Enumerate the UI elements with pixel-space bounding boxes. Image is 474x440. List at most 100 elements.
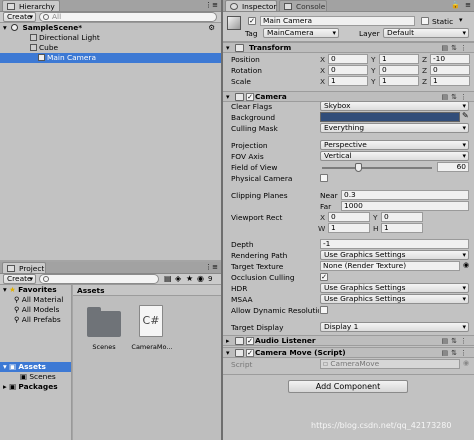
msaa-label: MSAA [231,295,253,304]
background-color-swatch[interactable] [320,112,460,122]
hierarchy-search-input[interactable]: All [39,12,217,22]
axis-z-label: Z [422,55,428,64]
scene-row[interactable]: ▾ SampleScene* ⚙ [0,23,221,33]
dynamic-resolution-checkbox[interactable] [320,306,328,314]
foldout-arrow-icon[interactable]: ▾ [3,285,7,294]
transform-x-field[interactable]: 0 [328,65,368,75]
packages-folder[interactable]: ▸ ▣ Packages [0,382,71,392]
transform-z-field[interactable]: -10 [430,54,470,64]
fov-axis-dropdown[interactable]: Vertical [320,151,469,161]
lock-icon[interactable]: 🔒 [451,1,460,9]
tab-console[interactable]: Console [279,0,327,11]
target-texture-field[interactable]: None (Render Texture) [320,261,460,271]
vp-h-field[interactable]: 1 [381,223,423,233]
depth-field[interactable]: -1 [320,239,469,249]
foldout-arrow-icon[interactable]: ▾ [226,349,230,357]
panel-menu-icon[interactable]: ≡ [465,1,471,9]
hdr-dropdown[interactable]: Use Graphics Settings [320,283,469,293]
star-icon: ★ [9,285,16,294]
foldout-arrow-icon[interactable]: ▸ [3,382,7,391]
transform-y-field[interactable]: 0 [379,65,419,75]
hierarchy-item-directional-light[interactable]: Directional Light [0,33,221,43]
component-menu-icon[interactable]: ▤⇅⋮ [442,44,470,52]
asset-label: Scenes [92,343,116,351]
project-create-button[interactable]: Create [3,274,36,284]
object-picker-icon[interactable]: ◉ [463,261,469,269]
hidden-packages-icon[interactable]: ◉ [197,274,204,283]
transform-x-field[interactable]: 0 [328,54,368,64]
transform-z-field[interactable]: 1 [430,76,470,86]
far-field[interactable]: 1000 [341,201,469,211]
foldout-arrow-icon[interactable]: ▾ [226,93,230,101]
fov-slider-track[interactable] [322,167,432,169]
fov-slider-thumb[interactable] [355,163,363,172]
fov-value-field[interactable]: 60 [437,162,469,172]
static-checkbox[interactable] [421,17,429,25]
favorite-item[interactable]: ⚲ All Material [0,295,71,305]
asset-item-scenes[interactable]: Scenes [83,305,125,355]
audio-listener-header[interactable]: ▸ ✓ Audio Listener ▤⇅⋮ [223,335,474,346]
component-menu-icon[interactable]: ▤⇅⋮ [442,349,470,357]
favorite-item[interactable]: ⚲ All Prefabs [0,315,71,325]
hierarchy-create-button[interactable]: Create [3,12,36,22]
asset-item-camera-move[interactable]: C# CameraMo... [129,303,175,355]
vp-x-field[interactable]: 0 [328,212,370,222]
panel-menu-icon[interactable]: ⋮≡ [205,263,218,271]
assets-folder[interactable]: ▾ ▣ Assets [0,362,71,372]
component-menu-icon[interactable]: ▤⇅⋮ [442,337,470,345]
unity-scene-icon [11,24,19,31]
folder-icon: ▣ [9,362,17,371]
script-field: ▫ CameraMove [320,359,460,369]
hierarchy-item-cube[interactable]: Cube [0,43,221,53]
camera-move-header[interactable]: ▾ ✓ Camera Move (Script) ▤⇅⋮ [223,347,474,358]
camera-enabled-checkbox[interactable]: ✓ [246,93,254,101]
audio-listener-icon [235,337,244,345]
search-by-label-icon[interactable]: ◈ [175,274,181,283]
tab-inspector[interactable]: Inspector [225,0,277,11]
scenes-folder[interactable]: ▣ Scenes [0,372,71,382]
audio-listener-enabled-checkbox[interactable]: ✓ [246,337,254,345]
foldout-arrow-icon[interactable]: ▾ [226,44,230,52]
rendering-path-label: Rendering Path [231,251,288,260]
vp-y-field[interactable]: 0 [381,212,423,222]
foldout-arrow-icon[interactable]: ▸ [226,337,230,345]
foldout-arrow-icon[interactable]: ▾ [3,23,7,32]
vp-w-field[interactable]: 1 [328,223,370,233]
transform-y-field[interactable]: 1 [379,76,419,86]
foldout-arrow-icon[interactable]: ▾ [3,362,7,371]
culling-mask-dropdown[interactable]: Everything [320,123,469,133]
favorite-item[interactable]: ⚲ All Models [0,305,71,315]
tab-hierarchy[interactable]: Hierarchy [2,0,60,11]
physical-camera-checkbox[interactable] [320,174,328,182]
search-by-type-icon[interactable]: ▤ [164,274,172,283]
active-checkbox[interactable]: ✓ [248,17,256,25]
camera-move-enabled-checkbox[interactable]: ✓ [246,349,254,357]
occlusion-culling-checkbox[interactable]: ✓ [320,273,328,281]
transform-z-field[interactable]: 0 [430,65,470,75]
target-display-dropdown[interactable]: Display 1 [320,322,469,332]
panel-menu-icon[interactable]: ⋮≡ [205,1,218,9]
hierarchy-item-main-camera[interactable]: Main Camera [0,53,221,63]
static-dropdown-arrow-icon[interactable]: ▾ [459,16,463,24]
transform-row-label: Scale [231,77,251,86]
object-name-input[interactable]: Main Camera [260,16,415,26]
rendering-path-dropdown[interactable]: Use Graphics Settings [320,250,469,260]
eyedropper-icon[interactable]: ✎ [462,111,469,120]
tab-project[interactable]: Project [2,262,46,273]
tag-dropdown[interactable]: MainCamera [263,28,339,38]
static-label: Static [432,17,454,26]
transform-header[interactable]: ▾ Transform ▤⇅⋮ [223,42,474,53]
favorite-star-icon[interactable]: ★ [186,274,193,283]
add-component-button[interactable]: Add Component [288,380,408,393]
component-menu-icon[interactable]: ▤⇅⋮ [442,93,470,101]
clear-flags-dropdown[interactable]: Skybox [320,101,469,111]
favorites-header[interactable]: ▾ ★ Favorites [0,285,71,295]
msaa-dropdown[interactable]: Use Graphics Settings [320,294,469,304]
near-field[interactable]: 0.3 [341,190,469,200]
transform-x-field[interactable]: 1 [328,76,368,86]
project-search-input[interactable] [39,274,159,284]
layer-dropdown[interactable]: Default [383,28,469,38]
transform-y-field[interactable]: 1 [379,54,419,64]
projection-dropdown[interactable]: Perspective [320,140,469,150]
scene-menu-icon[interactable]: ⚙ [208,23,215,33]
